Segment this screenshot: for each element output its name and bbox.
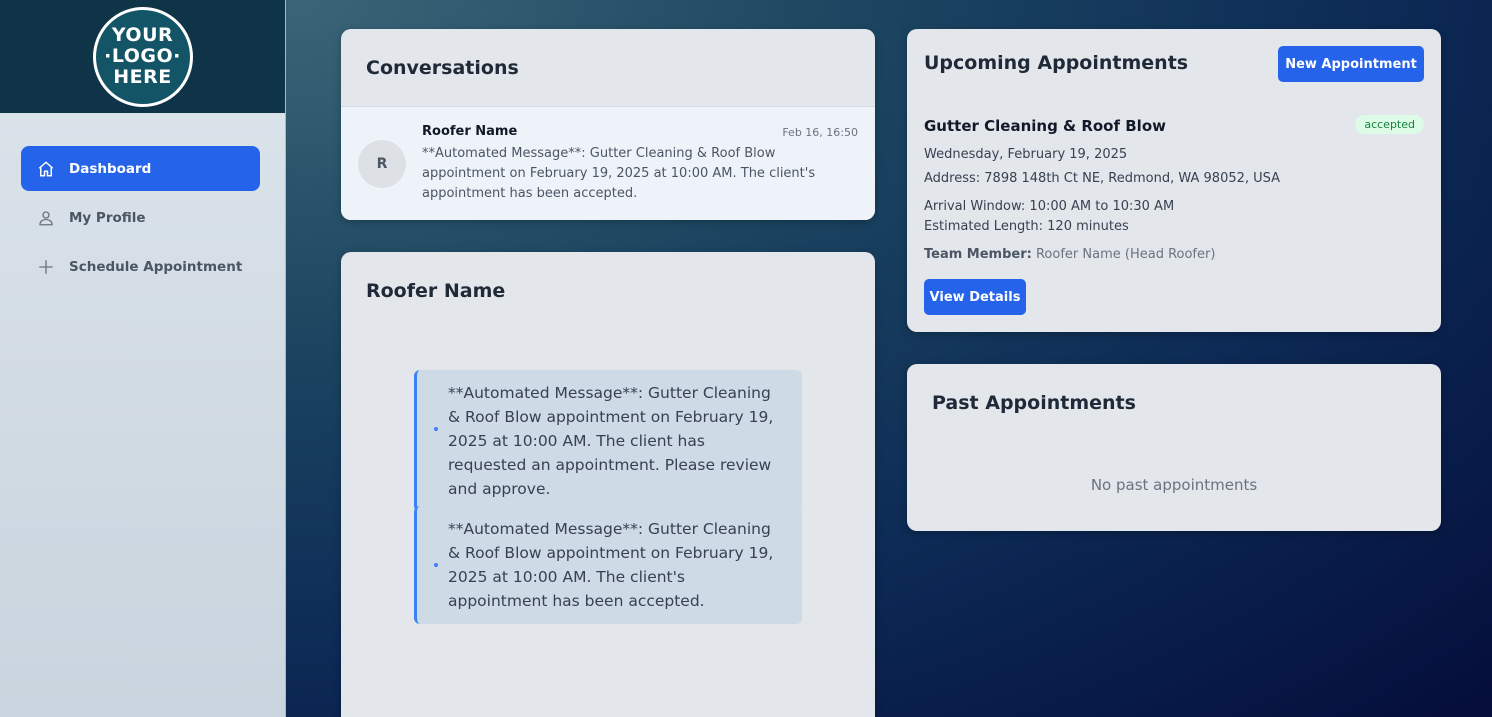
message-dot-icon <box>434 563 438 567</box>
appointment-date: Wednesday, February 19, 2025 <box>924 147 1128 162</box>
conversation-name: Roofer Name <box>422 124 518 139</box>
status-badge: accepted <box>1355 115 1424 134</box>
chat-title: Roofer Name <box>366 280 506 302</box>
sidebar-item-my-profile[interactable]: My Profile <box>21 195 260 240</box>
upcoming-title: Upcoming Appointments <box>924 52 1189 74</box>
conversation-timestamp: Feb 16, 16:50 <box>782 126 858 139</box>
conversation-preview: **Automated Message**: Gutter Cleaning &… <box>422 146 816 201</box>
sidebar-item-label: Schedule Appointment <box>69 258 243 275</box>
appointment-service: Gutter Cleaning & Roof Blow <box>924 117 1166 135</box>
chat-message-text: **Automated Message**: Gutter Cleaning &… <box>448 520 774 610</box>
empty-state-text: No past appointments <box>1090 476 1258 494</box>
logo-line-3: HERE <box>113 66 172 88</box>
sidebar-nav: Dashboard My Profile Schedule Appointmen… <box>0 113 285 289</box>
past-appointments-card: Past Appointments No past appointments <box>907 364 1441 531</box>
sidebar-item-schedule-appointment[interactable]: Schedule Appointment <box>21 244 260 289</box>
chat-message: **Automated Message**: Gutter Cleaning &… <box>414 370 802 512</box>
chat-card: Roofer Name **Automated Message**: Gutte… <box>341 252 875 717</box>
avatar: R <box>358 140 406 188</box>
view-details-button[interactable]: View Details <box>924 279 1026 315</box>
home-icon <box>37 160 55 178</box>
appointment-arrival-window: Arrival Window: 10:00 AM to 10:30 AM <box>924 199 1175 214</box>
conversation-item[interactable]: R Roofer Name Feb 16, 16:50 **Automated … <box>341 106 875 220</box>
chat-message-text: **Automated Message**: Gutter Cleaning &… <box>448 384 774 498</box>
upcoming-appointments-card: Upcoming Appointments New Appointment Gu… <box>907 29 1441 332</box>
logo-line-2: ·LOGO· <box>104 45 181 67</box>
conversations-card: Conversations R Roofer Name Feb 16, 16:5… <box>341 29 875 220</box>
logo[interactable]: YOUR ·LOGO· HERE <box>92 6 193 107</box>
team-member-label: Team Member: <box>924 247 1032 262</box>
logo-line-1: YOUR <box>111 24 174 46</box>
appointment-address: Address: 7898 148th Ct NE, Redmond, WA 9… <box>924 171 1281 186</box>
team-member-value: Roofer Name (Head Roofer) <box>1035 247 1216 262</box>
sidebar: YOUR ·LOGO· HERE Dashboard My Profile Sc… <box>0 0 286 717</box>
appointment-length: Estimated Length: 120 minutes <box>924 219 1129 234</box>
message-dot-icon <box>434 427 438 431</box>
plus-icon <box>37 258 55 276</box>
conversations-title: Conversations <box>366 57 519 79</box>
new-appointment-button[interactable]: New Appointment <box>1278 46 1424 82</box>
sidebar-item-label: Dashboard <box>69 160 152 177</box>
chat-message: **Automated Message**: Gutter Cleaning &… <box>414 506 802 624</box>
sidebar-header: YOUR ·LOGO· HERE <box>0 0 285 113</box>
sidebar-item-dashboard[interactable]: Dashboard <box>21 146 260 191</box>
appointment-team-member: Team Member: Roofer Name (Head Roofer) <box>924 247 1215 262</box>
sidebar-item-label: My Profile <box>69 209 146 226</box>
user-icon <box>37 209 55 227</box>
past-title: Past Appointments <box>932 392 1136 414</box>
